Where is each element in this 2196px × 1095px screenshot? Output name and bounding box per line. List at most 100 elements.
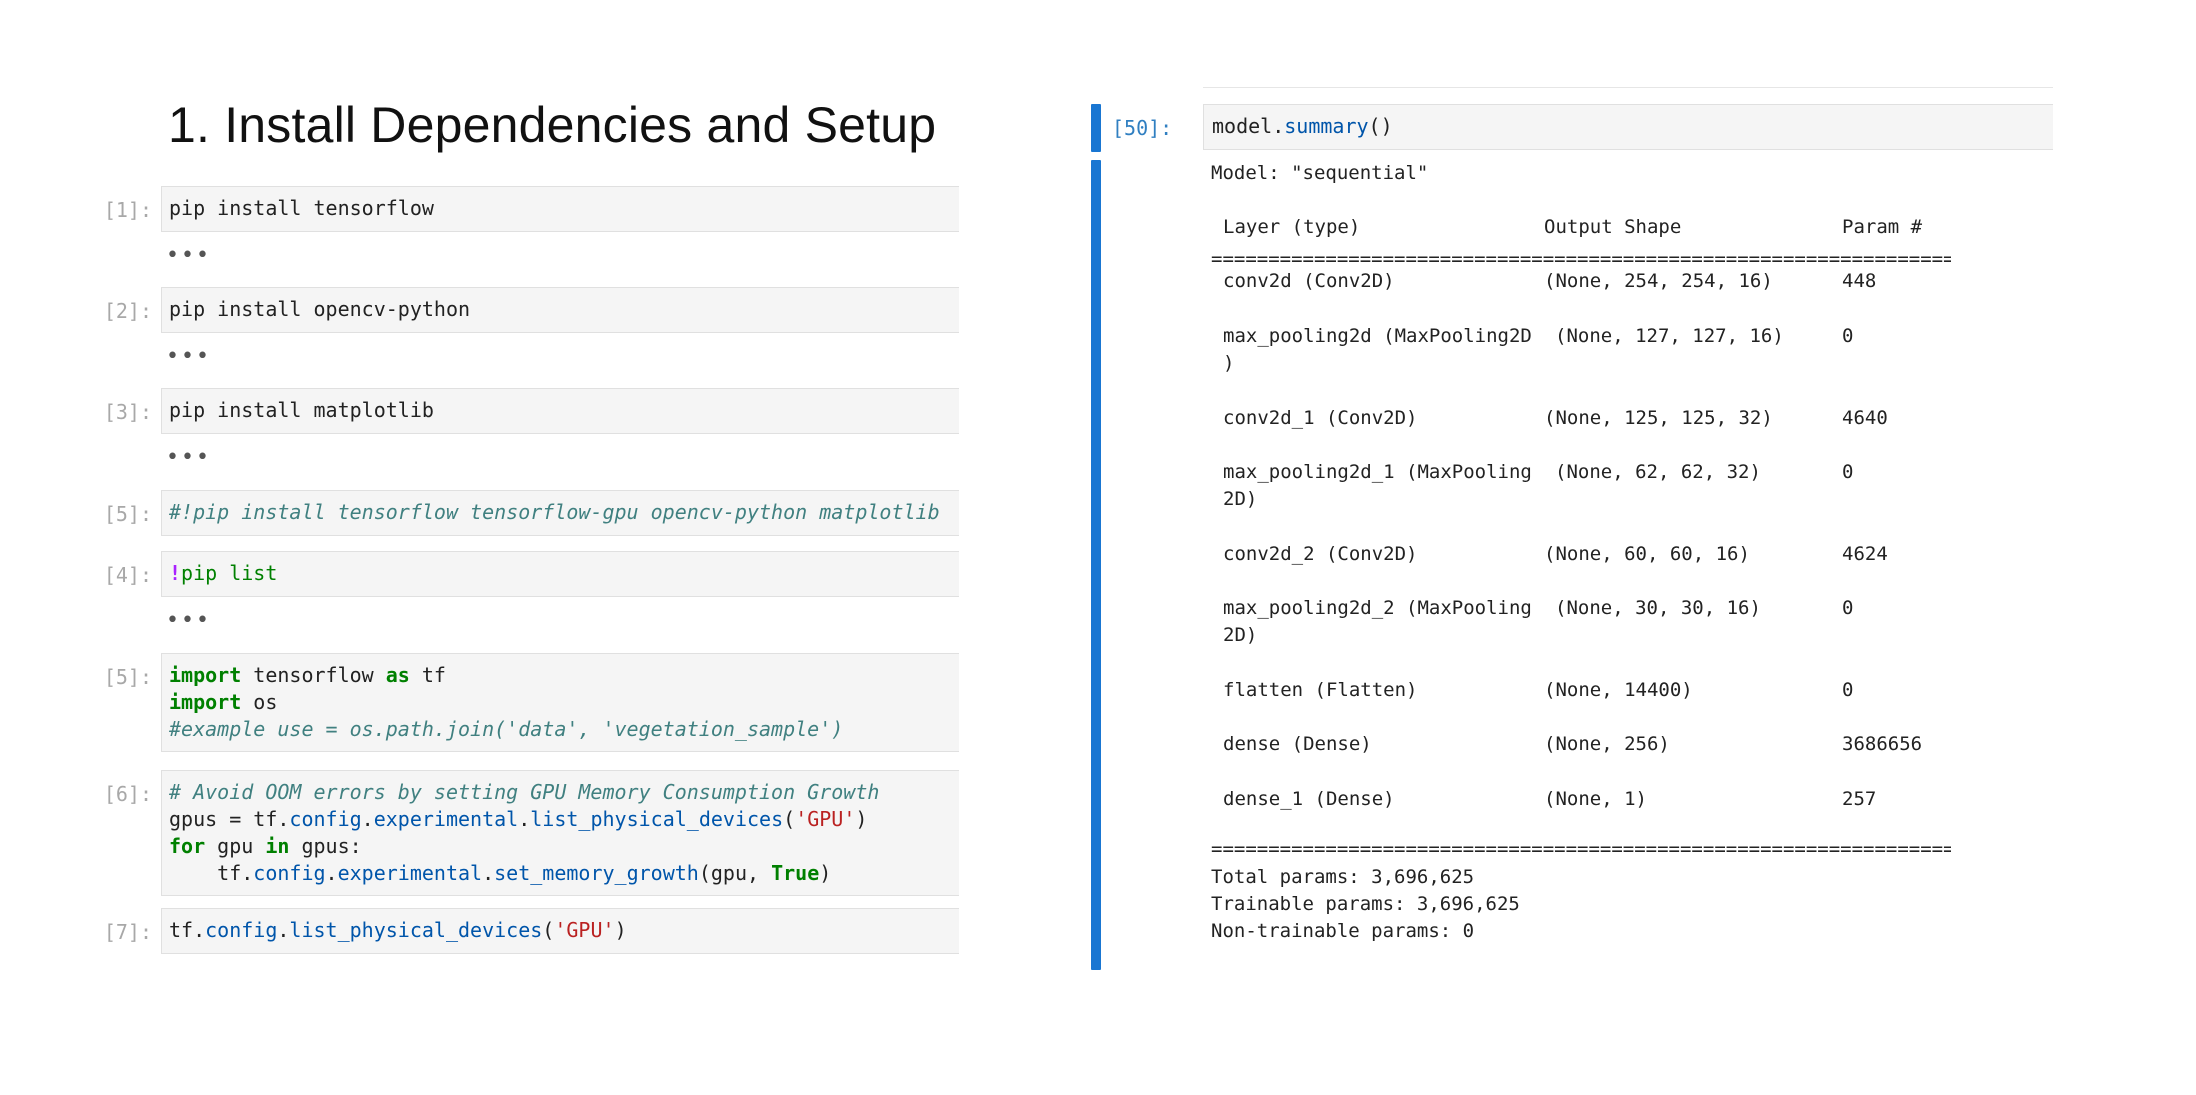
code-comment: #example use = os.path.join('data', 'veg… [169, 717, 844, 741]
collapsed-output-ellipsis[interactable]: ••• [166, 245, 211, 267]
cell-prompt: [2]: [103, 299, 152, 323]
code-input[interactable]: pip install matplotlib [161, 388, 959, 434]
code-string: 'GPU' [554, 918, 615, 942]
code-line: for gpu in gpus: [169, 833, 362, 860]
input-collapser-bar[interactable] [1091, 104, 1101, 152]
param-count: 4640 [1842, 407, 1888, 429]
output-shape: (None, 125, 125, 32) [1544, 407, 1773, 429]
code-input[interactable]: pip install opencv-python [161, 287, 959, 333]
cell-prompt: [5]: [103, 665, 152, 689]
code-cell[interactable]: [5]: import tensorflow as tf import os #… [0, 653, 1000, 753]
code-string: 'GPU' [795, 807, 856, 831]
output-shape: (None, 60, 60, 16) [1544, 543, 1750, 565]
cell-prompt: [6]: [103, 782, 152, 806]
code-text: . [518, 807, 531, 831]
code-line: import os [169, 689, 277, 716]
magic-prefix: ! [169, 561, 182, 585]
keyword-true: True [771, 861, 820, 885]
non-trainable-params: Non-trainable params: 0 [1211, 920, 1475, 942]
layer-name: conv2d (Conv2D) [1223, 270, 1395, 292]
keyword-as: as [385, 663, 410, 687]
layer-name: conv2d_1 (Conv2D) [1223, 407, 1418, 429]
collapsed-output-ellipsis[interactable]: ••• [166, 447, 211, 469]
code-input[interactable]: import tensorflow as tf import os #examp… [161, 653, 959, 752]
code-text: . [277, 918, 290, 942]
code-text: model. [1212, 114, 1285, 138]
param-count: 257 [1842, 788, 1877, 810]
keyword-for: for [169, 834, 206, 858]
code-cell[interactable]: [2]: pip install opencv-python ••• [0, 287, 1000, 377]
layer-name: dense_1 (Dense) [1223, 788, 1395, 810]
layer-name-wrap: ) [1223, 352, 1235, 374]
code-cell[interactable]: [4]: !pip list ••• [0, 551, 1000, 641]
code-comment: # Avoid OOM errors by setting GPU Memory… [169, 780, 880, 804]
code-cell[interactable]: [7]: tf.config.list_physical_devices('GP… [0, 908, 1000, 956]
rule-double: ========================================… [1211, 252, 1951, 266]
code-text: ( [783, 807, 796, 831]
output-shape: (None, 30, 30, 16) [1555, 597, 1761, 619]
code-attr: list_physical_devices [530, 807, 784, 831]
rule-single: ________________________________________… [1211, 952, 1951, 966]
code-cell[interactable]: [5]: #!pip install tensorflow tensorflow… [0, 490, 1000, 538]
code-line: gpus = tf.config.experimental.list_physi… [169, 806, 867, 833]
layer-name-wrap: 2D) [1223, 488, 1258, 510]
code-line: tf.config.list_physical_devices('GPU') [169, 917, 627, 944]
code-attr: set_memory_growth [494, 861, 699, 885]
layer-name: max_pooling2d (MaxPooling2D [1223, 325, 1532, 347]
code-text: . [482, 861, 495, 885]
header-params: Param # [1842, 216, 1923, 238]
code-cell[interactable]: [1]: pip install tensorflow ••• [0, 186, 1000, 276]
code-text: ( [542, 918, 555, 942]
code-text: tf [409, 663, 446, 687]
code-text: . [361, 807, 374, 831]
code-attr: list_physical_devices [289, 918, 543, 942]
output-shape: (None, 14400) [1544, 679, 1693, 701]
cell-prompt: [50]: [1112, 116, 1173, 140]
header-layer: Layer (type) [1223, 216, 1361, 238]
param-count: 0 [1842, 597, 1854, 619]
code-input[interactable]: # Avoid OOM errors by setting GPU Memory… [161, 770, 959, 896]
collapsed-output-ellipsis[interactable]: ••• [166, 346, 211, 368]
output-shape: (None, 62, 62, 32) [1555, 461, 1761, 483]
output-shape: (None, 1) [1544, 788, 1647, 810]
code-attr: experimental [337, 861, 483, 885]
code-text: ) [855, 807, 868, 831]
layer-name: max_pooling2d_1 (MaxPooling [1223, 461, 1532, 483]
code-input[interactable]: model.summary() [1203, 104, 2053, 150]
param-count: 0 [1842, 679, 1854, 701]
code-input[interactable]: tf.config.list_physical_devices('GPU') [161, 908, 959, 954]
trainable-params: Trainable params: 3,696,625 [1211, 893, 1520, 915]
model-name-line: Model: "sequential" [1211, 162, 1429, 184]
code-line: pip install matplotlib [169, 398, 434, 422]
code-text: ) [614, 918, 627, 942]
code-cell[interactable]: [6]: # Avoid OOM errors by setting GPU M… [0, 770, 1000, 898]
shell-command: pip list [181, 561, 278, 585]
code-text: gpus: [289, 834, 362, 858]
code-input[interactable]: !pip list [161, 551, 959, 597]
code-input[interactable]: pip install tensorflow [161, 186, 959, 232]
cell-prompt: [5]: [103, 502, 152, 526]
rule-single: ________________________________________… [1211, 196, 1951, 210]
notebook-right-panel: [50]: model.summary() Model: "sequential… [1000, 0, 2196, 1095]
code-comment: #!pip install tensorflow tensorflow-gpu … [169, 500, 940, 524]
notebook-left-panel: 1. Install Dependencies and Setup [1]: p… [0, 0, 1000, 1095]
keyword-import: import [169, 663, 242, 687]
output-collapser-bar[interactable] [1091, 160, 1101, 970]
code-line: !pip list [169, 560, 277, 587]
rule-double: ========================================… [1211, 842, 1951, 856]
collapsed-output-ellipsis[interactable]: ••• [166, 610, 211, 632]
code-text: gpu [205, 834, 266, 858]
param-count: 0 [1842, 325, 1854, 347]
code-input[interactable]: #!pip install tensorflow tensorflow-gpu … [161, 490, 959, 536]
output-shape: (None, 256) [1544, 733, 1670, 755]
output-shape: (None, 254, 254, 16) [1544, 270, 1773, 292]
keyword-in: in [265, 834, 290, 858]
code-text: . [325, 861, 338, 885]
code-cell[interactable]: [3]: pip install matplotlib ••• [0, 388, 1000, 478]
code-attr: config [205, 918, 278, 942]
keyword-import: import [169, 690, 242, 714]
code-attr: config [289, 807, 362, 831]
section-heading: 1. Install Dependencies and Setup [168, 97, 937, 153]
layer-name: flatten (Flatten) [1223, 679, 1418, 701]
code-text: ) [819, 861, 832, 885]
